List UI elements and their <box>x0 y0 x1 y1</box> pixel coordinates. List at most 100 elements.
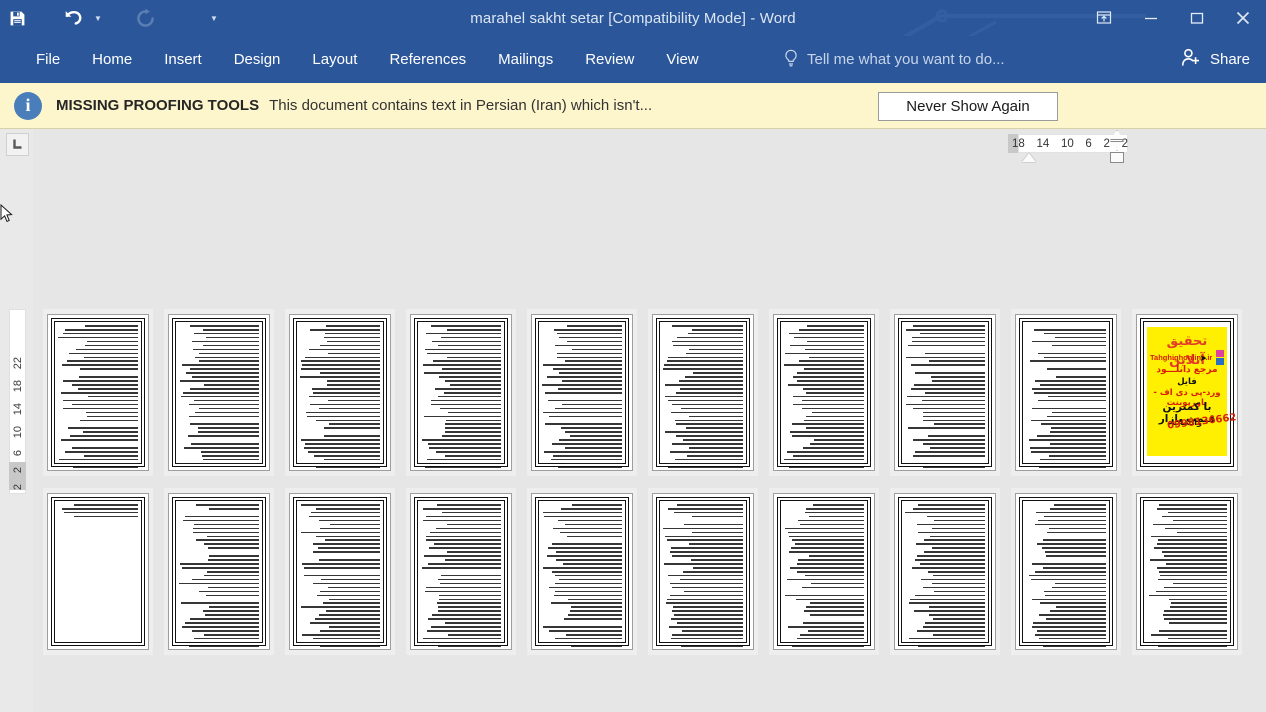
page-thumbnail[interactable] <box>164 488 274 655</box>
text-line <box>933 633 985 636</box>
page-thumbnail[interactable] <box>527 309 637 476</box>
text-line <box>205 594 259 597</box>
text-line <box>795 543 864 545</box>
text-line <box>190 368 259 370</box>
share-button[interactable]: Share <box>1166 36 1266 83</box>
text-line <box>670 411 743 414</box>
page-thumbnail[interactable] <box>1011 488 1121 655</box>
text-line <box>792 539 864 542</box>
page-thumbnail[interactable] <box>285 309 395 476</box>
text-line <box>179 467 259 469</box>
page-thumbnail[interactable] <box>164 309 274 476</box>
text-line <box>787 578 864 581</box>
text-line <box>179 439 259 441</box>
text-line <box>1047 368 1106 370</box>
page-thumbnail[interactable] <box>43 488 153 655</box>
text-line <box>423 507 501 510</box>
text-line <box>421 571 501 573</box>
page-thumbnail[interactable] <box>648 488 758 655</box>
text-line <box>1047 531 1106 534</box>
text-line <box>449 384 501 386</box>
page-canvas <box>410 314 512 471</box>
tab-review[interactable]: Review <box>569 36 650 83</box>
vruler-tick: 2 <box>11 466 24 473</box>
undo-dropdown-icon[interactable]: ▼ <box>90 1 106 35</box>
tab-view[interactable]: View <box>650 36 714 83</box>
title-bar: ▼ ▼ marahel sakht setar [Compatibility M… <box>0 0 1266 82</box>
tab-home[interactable]: Home <box>76 36 148 83</box>
text-line <box>665 535 743 538</box>
text-line <box>802 388 864 390</box>
tab-layout[interactable]: Layout <box>296 36 373 83</box>
page-thumbnail[interactable]: تحقیق آنلاین Tahghighonline.ir ➤ مرجع دانلـ… <box>1132 309 1242 476</box>
page-thumbnail[interactable] <box>890 488 1000 655</box>
text-line <box>931 376 985 378</box>
text-line <box>203 633 259 636</box>
text-line <box>198 407 259 410</box>
text-line <box>58 423 138 425</box>
save-icon[interactable] <box>0 1 34 35</box>
hruler-tick: 14 <box>1036 137 1050 150</box>
text-line <box>202 328 259 331</box>
text-line <box>438 594 501 597</box>
tab-references[interactable]: References <box>373 36 482 83</box>
tab-insert[interactable]: Insert <box>148 36 218 83</box>
page-thumbnail[interactable] <box>406 309 516 476</box>
text-line <box>566 633 622 636</box>
left-indent-marker[interactable] <box>1110 152 1124 163</box>
text-line <box>921 578 985 581</box>
text-line <box>320 372 380 374</box>
page-thumbnail[interactable] <box>648 309 758 476</box>
page-thumbnail[interactable] <box>1011 309 1121 476</box>
text-line <box>300 439 380 441</box>
ribbon-display-options-icon[interactable] <box>1080 0 1128 36</box>
text-line <box>907 344 985 347</box>
text-line <box>79 419 138 422</box>
text-line <box>303 567 380 569</box>
text-line <box>685 376 743 378</box>
text-line <box>544 451 622 453</box>
customize-qat-icon[interactable]: ▼ <box>206 1 222 35</box>
page-thumbnail[interactable] <box>406 488 516 655</box>
redo-icon[interactable] <box>128 1 162 35</box>
text-line <box>912 325 985 327</box>
text-line <box>77 388 138 390</box>
page-thumbnail[interactable] <box>769 309 879 476</box>
page-canvas <box>289 493 391 650</box>
page-thumbnail[interactable] <box>43 309 153 476</box>
restore-button[interactable] <box>1174 0 1220 36</box>
text-line <box>320 645 380 648</box>
undo-icon[interactable] <box>56 1 90 35</box>
text-line <box>441 511 501 514</box>
page-thumbnail[interactable] <box>890 309 1000 476</box>
page-thumbnail[interactable] <box>285 488 395 655</box>
tab-mailings[interactable]: Mailings <box>482 36 569 83</box>
text-line <box>87 415 138 418</box>
text-line <box>75 462 138 465</box>
text-line <box>688 348 743 351</box>
first-line-indent-marker[interactable] <box>1022 153 1036 162</box>
text-line <box>566 462 622 465</box>
text-line <box>905 511 985 514</box>
never-show-again-button[interactable]: Never Show Again <box>878 92 1058 121</box>
page-thumbnail[interactable] <box>769 488 879 655</box>
text-line <box>572 348 622 351</box>
text-line <box>424 555 501 557</box>
page-text-lines <box>784 504 864 648</box>
tell-me-box[interactable]: Tell me what you want to do... <box>783 36 1005 83</box>
page-thumbnail[interactable] <box>527 488 637 655</box>
tab-stop-selector[interactable] <box>6 133 29 156</box>
text-line <box>931 380 985 382</box>
close-button[interactable] <box>1220 0 1266 36</box>
text-line <box>807 325 864 327</box>
text-line <box>688 415 743 418</box>
text-line <box>665 602 743 605</box>
text-line <box>790 431 864 433</box>
text-line <box>925 391 985 394</box>
page-thumbnail[interactable] <box>1132 488 1242 655</box>
text-line <box>422 637 501 640</box>
tab-file[interactable]: File <box>20 36 76 83</box>
minimize-button[interactable] <box>1128 0 1174 36</box>
vruler-tick: 10 <box>11 426 24 439</box>
tab-design[interactable]: Design <box>218 36 297 83</box>
